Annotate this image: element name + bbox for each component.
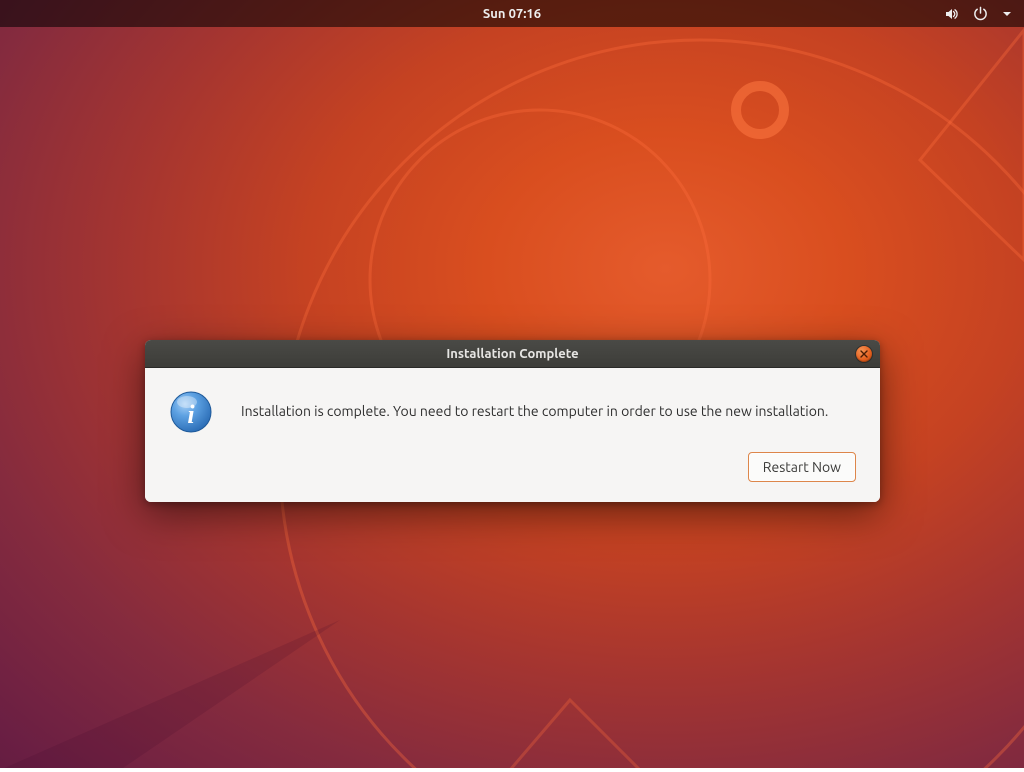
power-icon[interactable] xyxy=(973,6,988,21)
volume-icon[interactable] xyxy=(943,6,959,22)
dialog-titlebar[interactable]: Installation Complete xyxy=(145,340,880,368)
top-bar: Sun 07:16 xyxy=(0,0,1024,27)
dialog-message: Installation is complete. You need to re… xyxy=(241,402,828,422)
dialog-button-row: Restart Now xyxy=(169,452,856,482)
dialog-body: i Installation is complete. You need to … xyxy=(145,368,880,502)
close-button[interactable] xyxy=(856,346,872,362)
installation-complete-dialog: Installation Complete xyxy=(145,340,880,502)
desktop: Sun 07:16 xyxy=(0,0,1024,768)
dialog-content: i Installation is complete. You need to … xyxy=(169,390,856,434)
close-icon xyxy=(860,350,868,358)
svg-text:i: i xyxy=(187,400,195,429)
info-icon: i xyxy=(169,390,213,434)
chevron-down-icon[interactable] xyxy=(1002,9,1012,19)
dialog-title: Installation Complete xyxy=(446,347,578,361)
system-tray[interactable] xyxy=(943,0,1012,27)
restart-now-button[interactable]: Restart Now xyxy=(748,452,856,482)
clock[interactable]: Sun 07:16 xyxy=(483,7,541,21)
